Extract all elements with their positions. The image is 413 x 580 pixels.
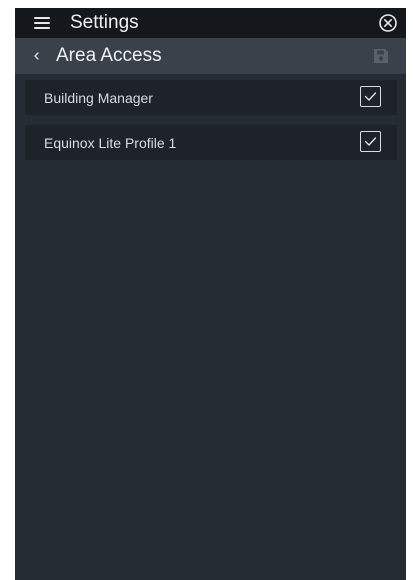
hamburger-menu-icon[interactable]: [34, 16, 50, 30]
area-item-building-manager[interactable]: Building Manager: [25, 80, 397, 115]
page-title: Area Access: [56, 45, 162, 66]
app-title: Settings: [70, 12, 139, 33]
area-item-label: Building Manager: [44, 90, 153, 106]
checkmark-icon: [364, 92, 377, 101]
area-item-label: Equinox Lite Profile 1: [44, 135, 177, 151]
checkmark-icon: [364, 137, 377, 146]
area-item-equinox-lite-profile-1[interactable]: Equinox Lite Profile 1: [25, 125, 397, 160]
page-header: Area Access: [15, 38, 406, 74]
area-checkbox[interactable]: [360, 86, 381, 107]
back-chevron-icon[interactable]: [31, 48, 43, 64]
save-icon[interactable]: [373, 48, 389, 64]
area-checkbox[interactable]: [360, 131, 381, 152]
close-icon[interactable]: [378, 13, 398, 33]
settings-panel: Settings Area Access Building Manager Eq…: [15, 8, 406, 580]
app-header: Settings: [15, 8, 406, 38]
